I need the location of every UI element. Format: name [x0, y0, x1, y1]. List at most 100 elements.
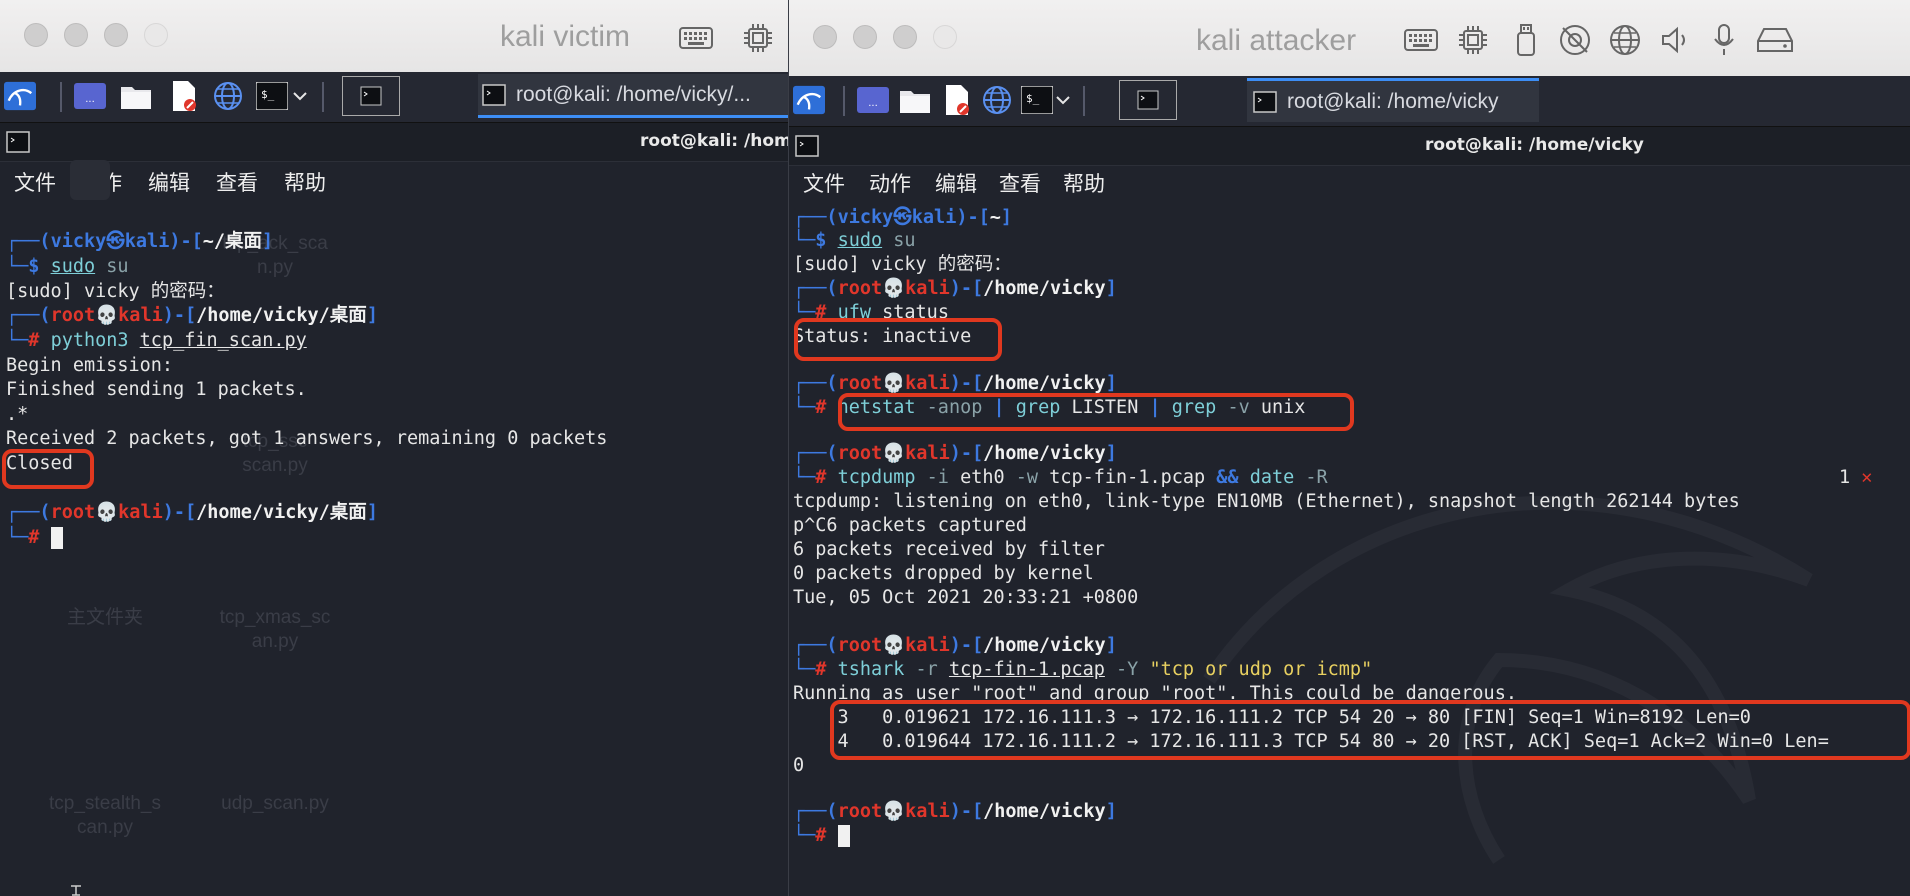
terminal-output[interactable]: ┌──(vicky㉿kali)-[~] └─$ sudo su [sudo] v…: [789, 205, 1910, 896]
highlight-box-packets: [830, 700, 1910, 760]
close-window-button[interactable]: [24, 23, 48, 47]
globe-icon[interactable]: [212, 80, 244, 112]
highlight-box-closed: [2, 449, 94, 489]
command-line: └─#: [6, 526, 63, 550]
minimize-window-button[interactable]: [64, 23, 88, 47]
vm-title: kali attacker: [1196, 24, 1357, 57]
prompt-user: vicky: [50, 231, 107, 252]
menu-file[interactable]: 文件: [14, 167, 56, 197]
files-icon[interactable]: [120, 80, 152, 112]
terminal-icon[interactable]: $_: [1021, 84, 1053, 116]
prompt-host: kali: [905, 801, 950, 822]
prompt-line: ┌──(root💀kali)-[/home/vicky]: [793, 278, 1117, 299]
fullscreen-window-button[interactable]: [933, 25, 957, 49]
speaker-icon[interactable]: [1657, 22, 1693, 58]
prompt-cwd: /home/vicky: [983, 278, 1106, 299]
output-line: 0 packets dropped by kernel: [793, 563, 1094, 584]
terminal-titlebar: root@kali: /home/vicky: [789, 127, 1910, 166]
prompt-user: root: [837, 373, 883, 394]
prompt-user: root: [50, 502, 96, 523]
output-line: [sudo] vicky 的密码：: [6, 281, 225, 302]
terminal-menubar: 文件 动作 编辑 查看 帮助: [0, 163, 788, 203]
xfce-panel: ... $_ root@kali: /home/vicky: [789, 76, 1910, 127]
menu-view[interactable]: 查看: [999, 168, 1041, 198]
output-line: p^C6 packets captured: [793, 515, 1027, 536]
panel-separator: [843, 86, 845, 116]
keyboard-icon[interactable]: [678, 20, 714, 56]
command: sudo: [50, 256, 96, 277]
terminal-output[interactable]: ┌──(vicky㉿kali)-[~/桌面] └─$ sudo su [sudo…: [0, 203, 788, 896]
microphone-icon[interactable]: [1709, 22, 1739, 58]
text-cursor: [837, 825, 850, 847]
prompt-user: root: [50, 305, 96, 326]
chevron-down-icon[interactable]: [290, 80, 310, 112]
prompt-cwd: /home/vicky/桌面: [196, 305, 367, 326]
files-icon[interactable]: [899, 84, 931, 116]
panel-separator: [60, 82, 62, 112]
show-desktop-button[interactable]: [342, 76, 400, 116]
output-line: Finished sending 1 packets.: [6, 379, 307, 400]
command-arg: eth0: [960, 467, 1005, 488]
zoom-window-button[interactable]: [893, 25, 917, 49]
prompt-host: kali: [118, 305, 163, 326]
command-line: └─#: [793, 824, 850, 848]
kali-dragon-icon[interactable]: [793, 84, 825, 116]
taskbar-task-terminal[interactable]: root@kali: /home/vicky: [1247, 78, 1539, 122]
exit-code: 1: [1839, 467, 1851, 488]
camera-off-icon[interactable]: [1557, 22, 1593, 58]
prompt-host: kali: [905, 278, 950, 299]
command: tcpdump: [837, 467, 916, 488]
prompt-host: kali: [124, 231, 170, 252]
prompt-line: ┌──(root💀kali)-[/home/vicky]: [793, 443, 1117, 464]
globe-icon[interactable]: [981, 84, 1013, 116]
kali-dragon-icon[interactable]: [4, 80, 36, 112]
show-desktop-button[interactable]: [1119, 80, 1177, 120]
cpu-icon[interactable]: [740, 20, 776, 56]
text-editor-icon[interactable]: [168, 80, 200, 112]
terminal-menubar: 文件 动作 编辑 查看 帮助: [789, 164, 1910, 204]
drive-icon[interactable]: [1755, 22, 1795, 58]
prompt-user: root: [837, 443, 883, 464]
menu-view[interactable]: 查看: [216, 167, 258, 197]
terminal-icon: [795, 135, 819, 157]
prompt-host: kali: [118, 502, 163, 523]
terminal-title: root@kali: /home/vicky: [1425, 135, 1644, 155]
fullscreen-window-button[interactable]: [144, 23, 168, 47]
workspace-icon[interactable]: ...: [74, 80, 106, 112]
keyboard-icon[interactable]: [1403, 22, 1439, 58]
menu-file[interactable]: 文件: [803, 168, 845, 198]
zoom-window-button[interactable]: [104, 23, 128, 47]
minimize-window-button[interactable]: [853, 25, 877, 49]
prompt-cwd: /home/vicky: [983, 443, 1106, 464]
resize-handle-icon[interactable]: [70, 884, 82, 896]
text-cursor: [50, 527, 63, 549]
command-arg: tcp_fin_scan.py: [139, 330, 307, 351]
menu-edit[interactable]: 编辑: [148, 167, 190, 197]
terminal-title: root@kali: /home/vicky: [640, 131, 788, 151]
prompt-cwd: ~/桌面: [202, 231, 263, 252]
menu-help[interactable]: 帮助: [1063, 168, 1105, 198]
workspace-icon[interactable]: ...: [857, 84, 889, 116]
close-window-button[interactable]: [813, 25, 837, 49]
chevron-down-icon[interactable]: [1053, 84, 1073, 116]
exit-status: 1 ✕: [1839, 466, 1872, 490]
taskbar-task-label: root@kali: /home/vicky: [1287, 89, 1499, 113]
terminal-icon[interactable]: $_: [256, 80, 288, 112]
packet-row-wrap: 0: [793, 755, 805, 776]
cpu-icon[interactable]: [1455, 22, 1491, 58]
terminal-icon: [6, 131, 30, 153]
text-editor-icon[interactable]: [941, 84, 973, 116]
menu-help[interactable]: 帮助: [284, 167, 326, 197]
command: python3: [50, 330, 129, 351]
taskbar-task-terminal[interactable]: root@kali: /home/vicky/...: [478, 74, 788, 118]
prompt-cwd: /home/vicky/桌面: [196, 502, 367, 523]
prompt-cwd: /home/vicky: [983, 801, 1106, 822]
usb-icon[interactable]: [1511, 22, 1541, 58]
network-icon[interactable]: [1607, 22, 1643, 58]
menu-action[interactable]: 动作: [869, 168, 911, 198]
menu-edit[interactable]: 编辑: [935, 168, 977, 198]
prompt-line: ┌──(root💀kali)-[/home/vicky/桌面]: [6, 502, 378, 523]
attacker-vm-window: kali attacker ... $_ root@kali: /home/vi…: [788, 0, 1910, 896]
command-arg: "tcp or udp or icmp": [1149, 659, 1373, 680]
desktop-file-icon: [70, 160, 110, 200]
